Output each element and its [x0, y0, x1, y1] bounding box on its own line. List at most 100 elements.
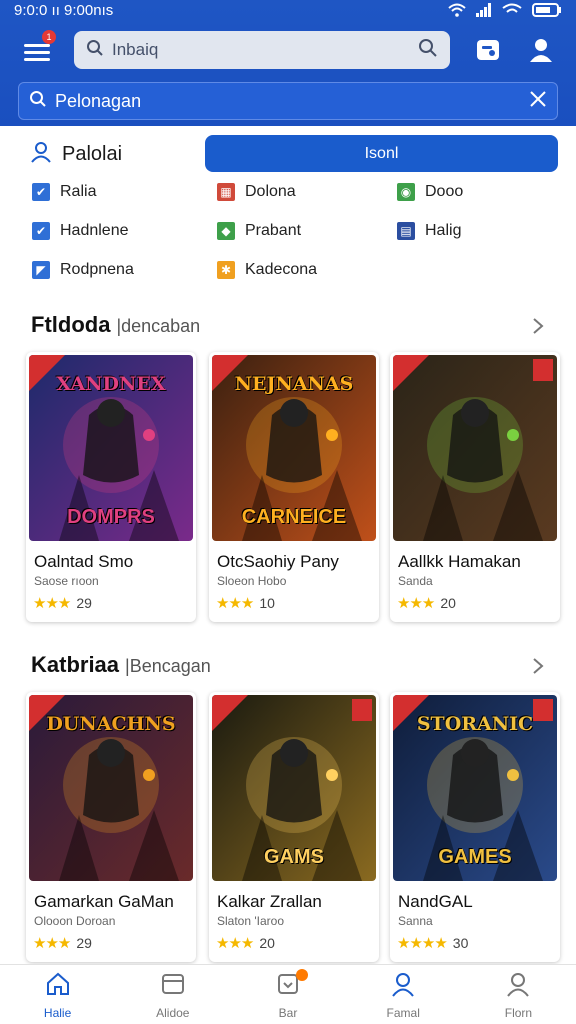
star-icon: ★★★: [216, 595, 254, 612]
filter-icon: ✔: [32, 183, 50, 201]
library-icon: [160, 971, 186, 1002]
rating-value: 30: [452, 935, 469, 951]
filter-icon: ✱: [217, 261, 235, 279]
nav-badge: [296, 969, 309, 981]
game-card[interactable]: DUNACHNS Gamarkan GaMan Olooon Doroan ★★★ 29: [26, 692, 196, 962]
filter-icon: ▤: [397, 222, 415, 240]
profile-icon: [390, 971, 416, 1002]
bottom-navigation: Halie Alidoe Bar Famal Florn: [0, 964, 576, 1024]
game-rating: ★★★ 10: [216, 594, 275, 612]
chevron-right-icon[interactable]: [530, 656, 546, 676]
game-artwork: XANDNEX DOMPRS: [29, 355, 193, 541]
game-artwork: [393, 355, 557, 541]
artwork-logo: DOMPRS: [67, 506, 155, 528]
search-submit-icon[interactable]: [418, 38, 438, 63]
wallet-icon[interactable]: [474, 36, 502, 64]
nav-item-alidoe[interactable]: Alidoe: [115, 965, 230, 1024]
user-icon[interactable]: [527, 36, 555, 64]
game-title: Oalntad Smo: [34, 552, 134, 571]
filter-option[interactable]: ▦ Dolona: [217, 181, 296, 203]
nav-item-florn[interactable]: Florn: [461, 965, 576, 1024]
profile-filter[interactable]: Palolai: [30, 140, 122, 168]
game-artwork: NEJNANAS CARNEICE: [212, 355, 376, 541]
star-icon: ★★★: [216, 935, 254, 952]
home-icon: [45, 971, 71, 1002]
game-title: OtcSaohiy Pany: [217, 552, 339, 571]
game-artwork: STORANIC GAMES: [393, 695, 557, 881]
battery-icon: [532, 3, 562, 17]
filter-label: Ralia: [60, 183, 97, 200]
account-icon: [505, 971, 531, 1002]
secondary-search-field[interactable]: Pelonagan: [18, 82, 558, 120]
star-icon: ★★★: [33, 595, 71, 612]
nav-label: Florn: [504, 1006, 533, 1020]
secondary-search-text: Pelonagan: [55, 90, 142, 111]
filter-label: Rodpnena: [60, 261, 134, 278]
filter-icon: ✔: [32, 222, 50, 240]
filter-option[interactable]: ▤ Halig: [397, 220, 461, 242]
game-rating: ★★★ 29: [33, 594, 92, 612]
primary-action-button[interactable]: Isonl: [205, 135, 558, 172]
nav-label: Halie: [43, 1006, 72, 1020]
status-bar: 9:0:0 ıı 9:00nıs: [14, 0, 562, 20]
rating-value: 20: [440, 595, 456, 611]
game-title: Kalkar Zrallan: [217, 892, 322, 911]
nav-item-bar[interactable]: Bar: [230, 965, 345, 1024]
game-rating: ★★★ 20: [216, 934, 275, 952]
person-icon: [30, 141, 52, 168]
chevron-right-icon[interactable]: [530, 316, 546, 336]
game-card[interactable]: XANDNEX DOMPRS Oalntad Smo Saose rıoon ★★★ 29: [26, 352, 196, 622]
section-subheading: |dencaban: [116, 316, 201, 336]
wifi-secondary-icon: [502, 3, 522, 17]
menu-button[interactable]: 1: [20, 30, 56, 66]
nav-label: Famal: [386, 1006, 420, 1020]
section-title: Ftldoda |dencaban: [31, 312, 200, 338]
artwork-logo: CARNEICE: [241, 506, 347, 528]
game-title: Gamarkan GaMan: [34, 892, 174, 911]
rating-value: 10: [259, 595, 275, 611]
filter-label: Halig: [425, 222, 462, 239]
filter-option[interactable]: ◤ Rodpnena: [32, 259, 134, 281]
filter-option[interactable]: ✱ Kadecona: [217, 259, 317, 281]
close-icon[interactable]: [529, 90, 547, 113]
artwork-title: STORANIC: [416, 713, 534, 735]
game-card[interactable]: STORANIC GAMES NandGAL Sanna ★★★★ 30: [390, 692, 560, 962]
filter-icon: ◉: [397, 183, 415, 201]
filter-option[interactable]: ✔ Ralia: [32, 181, 96, 203]
filter-option[interactable]: ◆ Prabant: [217, 220, 301, 242]
star-icon: ★★★: [397, 595, 435, 612]
section-title: Katbriaa |Bencagan: [31, 652, 211, 678]
filter-option[interactable]: ✔ Hadnlene: [32, 220, 129, 242]
game-subtitle: Saose rıoon: [34, 574, 99, 588]
artwork-title: XANDNEX: [56, 373, 166, 395]
signal-icon: [476, 3, 492, 17]
filter-label: Dolona: [245, 183, 296, 200]
nav-item-halie[interactable]: Halie: [0, 965, 115, 1024]
game-card[interactable]: GAMS Kalkar Zrallan Slaton 'Iaroo ★★★ 20: [209, 692, 379, 962]
filter-label: Dooo: [425, 183, 464, 200]
notification-badge: 1: [42, 30, 56, 44]
filter-icon: ◆: [217, 222, 235, 240]
game-title: NandGAL: [398, 892, 473, 911]
game-rating: ★★★ 20: [397, 594, 456, 612]
game-subtitle: Sloeon Hobo: [217, 574, 287, 588]
game-title: Aallkk Hamakan: [398, 552, 521, 571]
nav-item-famal[interactable]: Famal: [346, 965, 461, 1024]
profile-filter-label: Palolai: [62, 142, 123, 165]
game-artwork: GAMS: [212, 695, 376, 881]
game-subtitle: Sanda: [398, 574, 433, 588]
rating-value: 20: [259, 935, 275, 951]
game-card[interactable]: Aallkk Hamakan Sanda ★★★ 20: [390, 352, 560, 622]
rating-value: 29: [76, 935, 92, 951]
search-input-text: Inbaiq: [112, 40, 159, 59]
artwork-title: DUNACHNS: [46, 713, 176, 735]
section-subheading: |Bencagan: [125, 656, 211, 676]
search-icon: [29, 90, 47, 113]
filter-option[interactable]: ◉ Dooo: [397, 181, 463, 203]
game-card[interactable]: NEJNANAS CARNEICE OtcSaohiy Pany Sloeon Hob…: [209, 352, 379, 622]
star-icon: ★★★: [33, 935, 71, 952]
game-rating: ★★★★ 30: [397, 934, 468, 952]
game-subtitle: Olooon Doroan: [34, 914, 116, 928]
search-input[interactable]: Inbaiq: [74, 31, 450, 69]
star-icon: ★★★★: [397, 935, 448, 952]
